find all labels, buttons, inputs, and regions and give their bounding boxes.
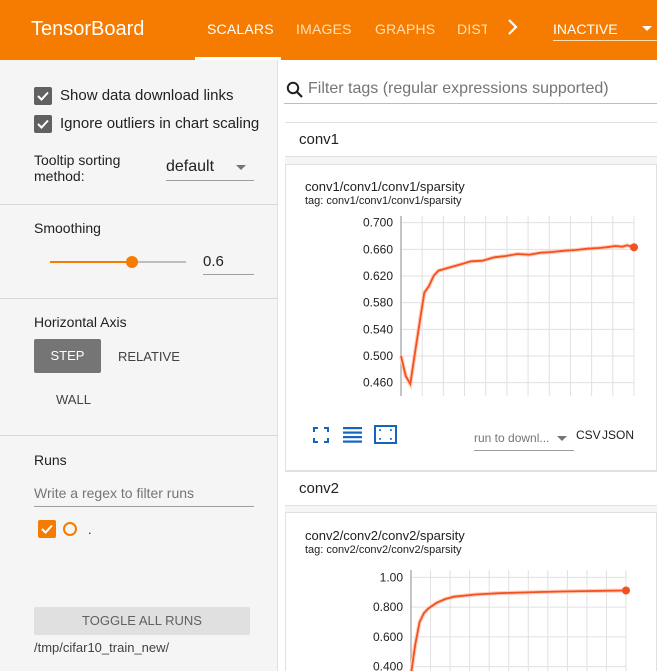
series-halo xyxy=(399,243,635,390)
y-tick-label: 0.800 xyxy=(373,600,403,614)
series-line xyxy=(410,589,627,671)
chevron-down-icon[interactable] xyxy=(557,436,567,441)
series-end-point xyxy=(622,586,630,595)
slider-fill xyxy=(50,261,132,263)
y-tick-label: 0.460 xyxy=(363,376,393,390)
smoothing-label: Smoothing xyxy=(34,220,101,236)
card-tag: tag: conv2/conv2/conv2/sparsity xyxy=(305,544,462,556)
log-scale-icon[interactable] xyxy=(343,426,362,443)
run-color-radio[interactable] xyxy=(63,522,77,536)
group-header-conv1[interactable]: conv1 xyxy=(285,122,657,157)
run-checkbox[interactable] xyxy=(38,520,56,538)
app-title: TensorBoard xyxy=(31,18,145,40)
divider xyxy=(0,204,277,205)
fit-domain-icon[interactable] xyxy=(374,425,397,444)
chevron-down-icon[interactable] xyxy=(642,26,652,31)
axis-wall-button[interactable]: WALL xyxy=(56,392,91,407)
input-underline xyxy=(203,274,254,275)
sparsity-chart-conv1[interactable]: 0.700 0.660 0.620 0.580 0.540 0.500 0.460 xyxy=(300,212,657,402)
runs-filter-input[interactable] xyxy=(34,485,254,501)
card-tag: tag: conv1/conv1/conv1/sparsity xyxy=(305,195,462,207)
show-download-links-label: Show data download links xyxy=(60,87,234,104)
toggle-all-runs-button[interactable]: TOGGLE ALL RUNS xyxy=(34,607,250,635)
ignore-outliers-label: Ignore outliers in chart scaling xyxy=(60,115,260,132)
check-icon xyxy=(37,119,49,129)
top-app-bar: TensorBoard SCALARS IMAGES GRAPHS DIST I… xyxy=(0,0,657,60)
card-title: conv2/conv2/conv2/sparsity xyxy=(305,528,465,543)
tab-graphs[interactable]: GRAPHS xyxy=(375,21,435,37)
runs-label: Runs xyxy=(34,452,67,468)
input-underline xyxy=(34,506,254,507)
ignore-outliers-checkbox[interactable] xyxy=(34,115,52,133)
logdir-path: /tmp/cifar10_train_new/ xyxy=(34,640,170,655)
series-line xyxy=(400,244,635,387)
csv-link[interactable]: CSV xyxy=(576,428,601,442)
run-name: . xyxy=(88,522,92,537)
y-tick-label: 0.540 xyxy=(363,322,393,336)
show-download-links-checkbox[interactable] xyxy=(34,87,52,105)
inactive-dashboards-select[interactable]: INACTIVE xyxy=(553,21,618,37)
json-link[interactable]: JSON xyxy=(602,428,634,442)
check-icon xyxy=(41,524,53,534)
axis-step-button[interactable]: STEP xyxy=(34,339,101,373)
divider xyxy=(0,298,277,299)
group-name: conv1 xyxy=(299,131,340,148)
group-header-conv2[interactable]: conv2 xyxy=(285,471,657,506)
smoothing-slider[interactable] xyxy=(50,256,186,268)
input-underline xyxy=(284,103,657,104)
y-tick-label: 0.660 xyxy=(363,242,393,256)
download-run-select[interactable]: run to downl... xyxy=(474,431,549,445)
y-tick-label: 0.620 xyxy=(363,269,393,283)
y-tick-label: 1.00 xyxy=(380,570,404,584)
series-halo xyxy=(409,588,627,671)
tab-distributions[interactable]: DIST xyxy=(457,21,487,37)
y-tick-label: 0.500 xyxy=(363,349,393,363)
chevron-down-icon[interactable] xyxy=(236,165,246,170)
card-title: conv1/conv1/conv1/sparsity xyxy=(305,179,465,194)
y-tick-label: 0.400 xyxy=(373,660,403,671)
sparsity-chart-conv2[interactable]: 1.00 0.800 0.600 0.400 xyxy=(300,565,657,671)
tag-filter-input[interactable] xyxy=(308,80,657,98)
axis-relative-button[interactable]: RELATIVE xyxy=(118,349,180,364)
y-tick-label: 0.600 xyxy=(373,630,403,644)
select-underline xyxy=(166,180,254,181)
tooltip-sorting-select[interactable]: default xyxy=(166,158,214,176)
check-icon xyxy=(37,91,49,101)
fullscreen-icon[interactable] xyxy=(313,427,329,443)
tab-scalars[interactable]: SCALARS xyxy=(207,21,274,37)
y-tick-label: 0.580 xyxy=(363,296,393,310)
search-icon xyxy=(286,81,303,98)
horizontal-axis-label: Horizontal Axis xyxy=(34,314,127,330)
slider-thumb[interactable] xyxy=(125,256,138,268)
tab-images[interactable]: IMAGES xyxy=(296,21,352,37)
series-end-point xyxy=(630,243,638,252)
select-underline xyxy=(474,450,574,451)
chevron-right-icon[interactable] xyxy=(506,16,520,44)
divider xyxy=(0,435,277,436)
smoothing-value-input[interactable]: 0.6 xyxy=(203,253,224,270)
sidebar: Show data download links Ignore outliers… xyxy=(0,60,278,671)
y-tick-label: 0.700 xyxy=(363,216,393,230)
select-underline xyxy=(553,40,657,41)
tooltip-sorting-label: Tooltip sorting method: xyxy=(34,152,121,184)
group-name: conv2 xyxy=(299,480,340,497)
